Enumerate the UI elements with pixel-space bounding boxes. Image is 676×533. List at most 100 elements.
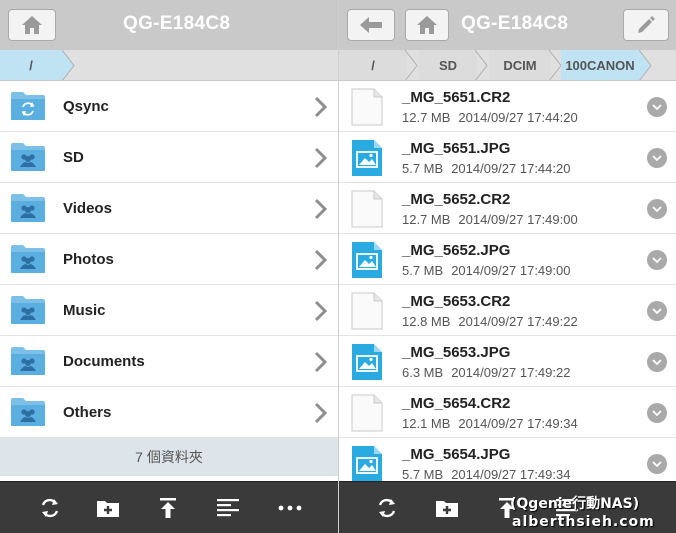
file-row[interactable]: _MG_5653.JPG 6.3 MB 2014/09/27 17:49:22 (339, 336, 676, 387)
file-meta: 12.1 MB 2014/09/27 17:49:34 (402, 416, 586, 431)
file-icon (351, 190, 383, 228)
folder-name: Videos (63, 199, 112, 217)
folder-row[interactable]: SD (0, 132, 338, 183)
breadcrumb-label: / (29, 58, 33, 73)
shared-folder-icon (11, 347, 45, 375)
breadcrumb-root[interactable]: / (339, 50, 407, 80)
file-row[interactable]: _MG_5652.CR2 12.7 MB 2014/09/27 17:49:00 (339, 183, 676, 234)
file-row[interactable]: _MG_5651.CR2 12.7 MB 2014/09/27 17:44:20 (339, 81, 676, 132)
more-icon (278, 505, 302, 511)
file-options-button[interactable] (647, 403, 667, 423)
home-button[interactable] (8, 9, 56, 41)
breadcrumb-separator (405, 50, 418, 80)
file-name: _MG_5652.JPG (402, 242, 511, 259)
shared-folder-icon (11, 398, 45, 426)
file-date: 2014/09/27 17:49:34 (451, 467, 571, 482)
breadcrumb-separator (639, 50, 652, 80)
upload-icon (160, 498, 176, 518)
file-size: 12.1 MB (402, 416, 451, 431)
file-meta: 12.8 MB 2014/09/27 17:49:22 (402, 314, 586, 329)
file-name: _MG_5651.CR2 (402, 89, 511, 106)
chevron-down-icon (652, 359, 662, 365)
title-bar: QG-E184C8 (339, 0, 676, 50)
file-icon (351, 88, 383, 126)
edit-button[interactable] (623, 9, 669, 41)
chevron-down-icon (652, 410, 662, 416)
back-button[interactable] (347, 9, 395, 41)
breadcrumb-separator (62, 50, 75, 80)
new-folder-icon (436, 501, 458, 517)
file-name: _MG_5653.JPG (402, 344, 511, 361)
file-options-button[interactable] (647, 301, 667, 321)
breadcrumb-label: / (371, 58, 375, 73)
chevron-down-icon (652, 155, 662, 161)
breadcrumb-sd[interactable]: SD (419, 50, 477, 80)
file-meta: 12.7 MB 2014/09/27 17:49:00 (402, 212, 586, 227)
pencil-icon (638, 16, 655, 33)
image-file-icon (352, 242, 382, 278)
file-size: 12.8 MB (402, 314, 451, 329)
file-meta: 12.7 MB 2014/09/27 17:44:20 (402, 110, 586, 125)
breadcrumb-label: SD (438, 58, 458, 73)
sort-button[interactable] (214, 494, 242, 522)
folder-name: Photos (63, 250, 114, 268)
file-meta: 5.7 MB 2014/09/27 17:44:20 (402, 161, 578, 176)
file-date: 2014/09/27 17:44:20 (458, 110, 578, 125)
chevron-right-icon (314, 198, 328, 220)
file-icon (351, 292, 383, 330)
breadcrumb-label: 100CANON (565, 58, 635, 73)
folder-row[interactable]: Photos (0, 234, 338, 285)
new-folder-icon (97, 501, 119, 517)
refresh-button[interactable] (373, 494, 401, 522)
sort-icon (217, 499, 239, 517)
upload-button[interactable] (154, 494, 182, 522)
shared-folder-icon (11, 194, 45, 222)
file-name: _MG_5654.JPG (402, 446, 511, 463)
folder-row[interactable]: Music (0, 285, 338, 336)
file-date: 2014/09/27 17:49:22 (458, 314, 578, 329)
watermark-text: (Qgenie行動NAS) (510, 496, 640, 512)
refresh-button[interactable] (36, 494, 64, 522)
new-folder-button[interactable] (433, 494, 461, 522)
folder-name: SD (63, 148, 84, 166)
file-name: _MG_5651.JPG (402, 140, 511, 157)
home-button[interactable] (405, 9, 449, 41)
folder-row[interactable]: Videos (0, 183, 338, 234)
file-options-button[interactable] (647, 352, 667, 372)
file-date: 2014/09/27 17:49:00 (458, 212, 578, 227)
folder-row[interactable]: Qsync (0, 81, 338, 132)
folder-name: Documents (63, 352, 145, 370)
image-file-icon (352, 140, 382, 176)
file-date: 2014/09/27 17:49:22 (451, 365, 571, 380)
chevron-right-icon (314, 402, 328, 424)
breadcrumb-dcim[interactable]: DCIM (489, 50, 551, 80)
file-meta: 5.7 MB 2014/09/27 17:49:00 (402, 263, 578, 278)
file-date: 2014/09/27 17:49:00 (451, 263, 571, 278)
more-button[interactable] (276, 494, 304, 522)
file-options-button[interactable] (647, 97, 667, 117)
file-row[interactable]: _MG_5653.CR2 12.8 MB 2014/09/27 17:49:22 (339, 285, 676, 336)
file-row[interactable]: _MG_5652.JPG 5.7 MB 2014/09/27 17:49:00 (339, 234, 676, 285)
file-name: _MG_5653.CR2 (402, 293, 511, 310)
breadcrumb-root[interactable]: / (0, 50, 62, 80)
new-folder-button[interactable] (94, 494, 122, 522)
file-options-button[interactable] (647, 454, 667, 474)
folder-row[interactable]: Others (0, 387, 338, 438)
file-meta: 6.3 MB 2014/09/27 17:49:22 (402, 365, 578, 380)
breadcrumb-100canon[interactable]: 100CANON (561, 50, 639, 80)
file-options-button[interactable] (647, 148, 667, 168)
breadcrumb: / (0, 50, 338, 81)
bottom-toolbar (0, 481, 338, 533)
folder-row[interactable]: Documents (0, 336, 338, 387)
shared-folder-icon (11, 245, 45, 273)
file-options-button[interactable] (647, 199, 667, 219)
file-row[interactable]: _MG_5654.CR2 12.1 MB 2014/09/27 17:49:34 (339, 387, 676, 438)
file-row[interactable]: _MG_5651.JPG 5.7 MB 2014/09/27 17:44:20 (339, 132, 676, 183)
folder-count: 7 個資料夾 (0, 438, 338, 476)
refresh-icon (41, 498, 59, 518)
file-size: 6.3 MB (402, 365, 444, 380)
chevron-right-icon (314, 96, 328, 118)
refresh-icon (378, 498, 396, 518)
device-title: QG-E184C8 (123, 13, 231, 34)
file-options-button[interactable] (647, 250, 667, 270)
